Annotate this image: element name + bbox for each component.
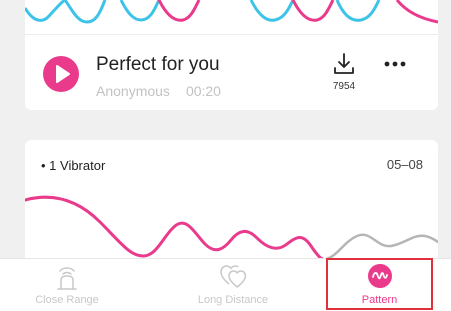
pattern-icon xyxy=(367,264,392,288)
track-meta: Anonymous 00:20 xyxy=(96,83,221,99)
track-duration: 00:20 xyxy=(185,83,221,99)
play-button[interactable] xyxy=(43,56,79,92)
pattern-card-vibrator[interactable]: • 1 Vibrator 05–08 xyxy=(25,140,438,270)
device-count-label: • 1 Vibrator xyxy=(41,158,106,173)
nav-label-close-range: Close Range xyxy=(35,294,99,306)
nav-label-long-distance: Long Distance xyxy=(197,294,269,306)
download-icon xyxy=(334,53,354,74)
close-range-icon xyxy=(57,267,77,290)
pattern-wave-graph xyxy=(25,195,438,264)
bottom-nav: Close Range Long Distance Pattern xyxy=(0,258,451,311)
nav-close-range[interactable]: Close Range xyxy=(18,259,116,311)
more-dots-icon[interactable] xyxy=(381,56,409,72)
pattern-date: 05–08 xyxy=(386,157,423,172)
long-distance-icon xyxy=(220,265,247,288)
pattern-preview-wave xyxy=(25,0,438,24)
nav-label-pattern: Pattern xyxy=(361,294,398,306)
nav-long-distance[interactable]: Long Distance xyxy=(180,259,286,311)
download-count: 7954 xyxy=(332,81,356,92)
track-title: Perfect for you xyxy=(96,54,220,75)
app-screen: Perfect for you Anonymous 00:20 7954 • 1 … xyxy=(0,0,451,311)
nav-pattern[interactable]: Pattern xyxy=(328,259,431,311)
card-divider xyxy=(25,34,438,35)
track-author: Anonymous xyxy=(96,83,170,99)
pattern-card-track[interactable]: Perfect for you Anonymous 00:20 7954 xyxy=(25,0,438,110)
play-icon xyxy=(56,65,70,83)
download-button[interactable]: 7954 xyxy=(325,50,363,94)
